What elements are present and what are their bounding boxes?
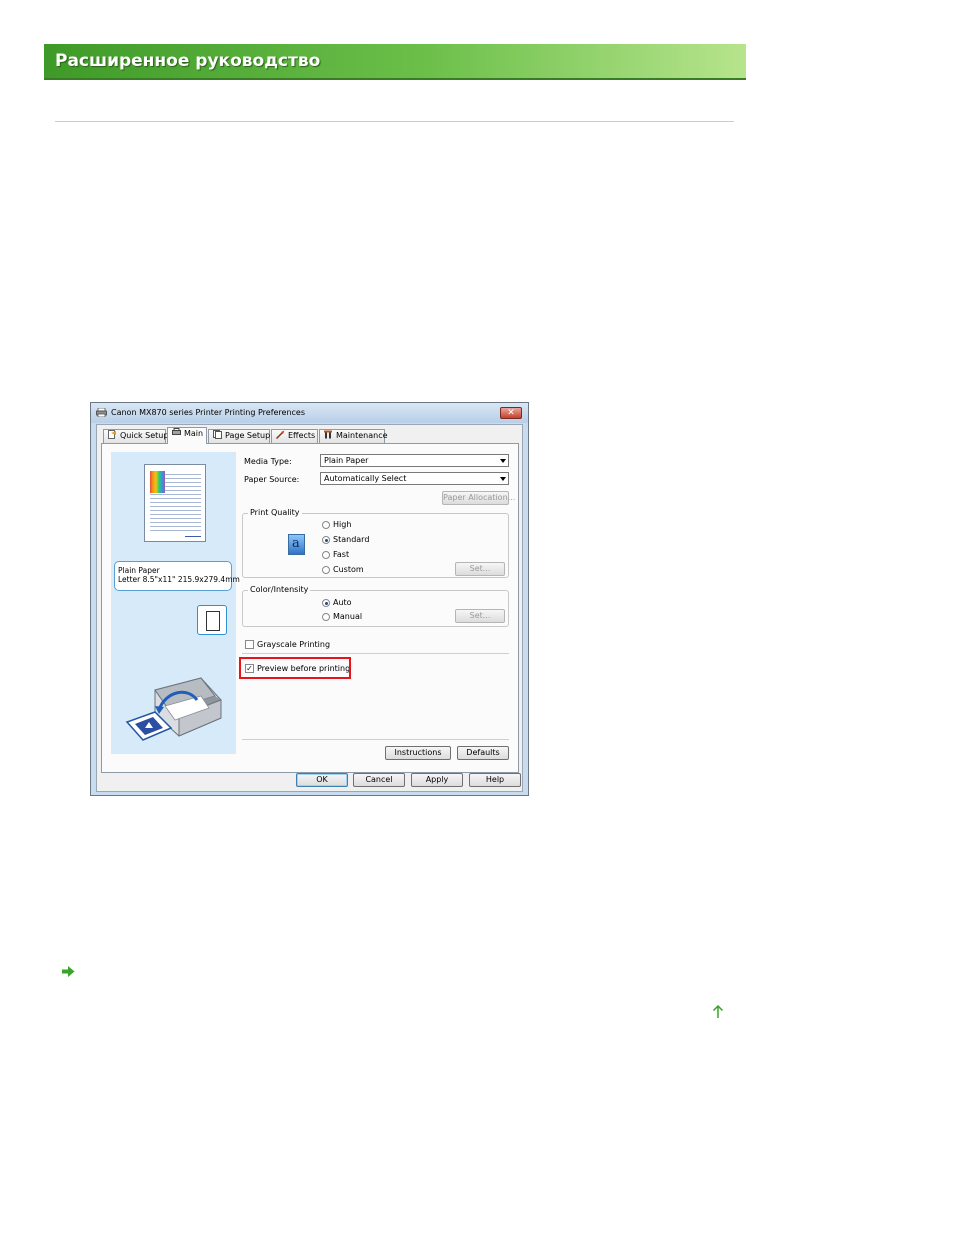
color-auto-radio[interactable]	[322, 599, 330, 607]
highlight-box	[239, 657, 351, 679]
media-type-label: Media Type:	[244, 457, 292, 466]
paper-info-size: Letter 8.5"x11" 215.9x279.4mm	[118, 575, 240, 584]
color-auto-label: Auto	[333, 598, 352, 607]
chevron-down-icon	[500, 459, 506, 463]
print-quality-icon: a	[288, 534, 305, 555]
tab-main[interactable]: Main	[167, 427, 207, 444]
preview-pane: Plain Paper Letter 8.5"x11" 215.9x279.4m…	[111, 452, 240, 754]
page-title: Расширенное руководство	[55, 51, 321, 71]
close-icon: ✕	[507, 408, 515, 418]
paper-source-value: Automatically Select	[324, 474, 407, 483]
separator	[242, 653, 509, 654]
dialog-body: Quick Setup Main Page Setup Effects Main…	[96, 424, 523, 792]
printer-illustration-icon	[125, 677, 222, 741]
tab-quick-setup[interactable]: Quick Setup	[103, 429, 168, 443]
quality-high-label: High	[333, 520, 352, 529]
quality-standard-radio[interactable]	[322, 536, 330, 544]
color-manual-radio[interactable]	[322, 613, 330, 621]
separator	[242, 739, 509, 740]
orientation-preview	[197, 605, 227, 635]
page-setup-icon	[213, 430, 222, 439]
dialog-titlebar[interactable]: Canon MX870 series Printer Printing Pref…	[91, 403, 528, 423]
paper-source-select[interactable]: Automatically Select	[320, 472, 509, 485]
media-type-select[interactable]: Plain Paper	[320, 454, 509, 467]
quality-high-radio[interactable]	[322, 521, 330, 529]
paper-info-media: Plain Paper	[118, 566, 160, 575]
grayscale-printing-checkbox[interactable]	[245, 640, 254, 649]
document-color-bars	[150, 471, 165, 493]
arrow-right-icon[interactable]	[62, 966, 75, 977]
defaults-button[interactable]: Defaults	[457, 746, 509, 760]
divider	[55, 121, 734, 122]
chevron-down-icon	[500, 477, 506, 481]
quality-standard-label: Standard	[333, 535, 370, 544]
header-banner: Расширенное руководство	[44, 44, 746, 80]
document-signature	[185, 536, 201, 537]
tab-maintenance[interactable]: Maintenance	[319, 429, 388, 443]
quality-fast-label: Fast	[333, 550, 350, 559]
cancel-button[interactable]: Cancel	[353, 773, 405, 787]
portrait-page-icon	[206, 611, 220, 631]
quality-set-button[interactable]: Set...	[455, 562, 505, 576]
quick-setup-icon	[108, 430, 116, 439]
color-set-button[interactable]: Set...	[455, 609, 505, 623]
color-intensity-title: Color/Intensity	[248, 585, 311, 594]
main-tab-panel: Plain Paper Letter 8.5"x11" 215.9x279.4m…	[101, 443, 519, 773]
color-intensity-group: Color/Intensity Auto Manual Set...	[242, 585, 509, 627]
help-button[interactable]: Help	[469, 773, 521, 787]
grayscale-printing-label: Grayscale Printing	[257, 640, 331, 649]
tab-page-setup[interactable]: Page Setup	[208, 429, 270, 443]
dialog-title: Canon MX870 series Printer Printing Pref…	[111, 408, 306, 417]
main-icon	[172, 428, 181, 435]
printer-icon	[96, 408, 107, 417]
printing-preferences-dialog: Canon MX870 series Printer Printing Pref…	[90, 402, 529, 796]
paper-allocation-button[interactable]: Paper Allocation...	[442, 491, 515, 505]
print-quality-title: Print Quality	[248, 508, 302, 517]
tab-effects[interactable]: Effects	[271, 429, 318, 443]
close-button[interactable]: ✕	[500, 407, 522, 419]
maintenance-icon	[324, 430, 332, 439]
quality-fast-radio[interactable]	[322, 551, 330, 559]
quality-custom-label: Custom	[333, 565, 364, 574]
print-quality-group: Print Quality a High Standard Fast Custo…	[242, 508, 509, 578]
paper-info-box: Plain Paper Letter 8.5"x11" 215.9x279.4m…	[114, 561, 240, 591]
instructions-button[interactable]: Instructions	[385, 746, 451, 760]
paper-source-label: Paper Source:	[244, 475, 300, 484]
document-preview	[144, 464, 206, 542]
arrow-up-icon[interactable]	[712, 1005, 724, 1019]
color-manual-label: Manual	[333, 612, 363, 621]
apply-button[interactable]: Apply	[411, 773, 463, 787]
media-type-value: Plain Paper	[324, 456, 369, 465]
effects-icon	[276, 430, 285, 439]
quality-custom-radio[interactable]	[322, 566, 330, 574]
ok-button[interactable]: OK	[296, 773, 348, 787]
